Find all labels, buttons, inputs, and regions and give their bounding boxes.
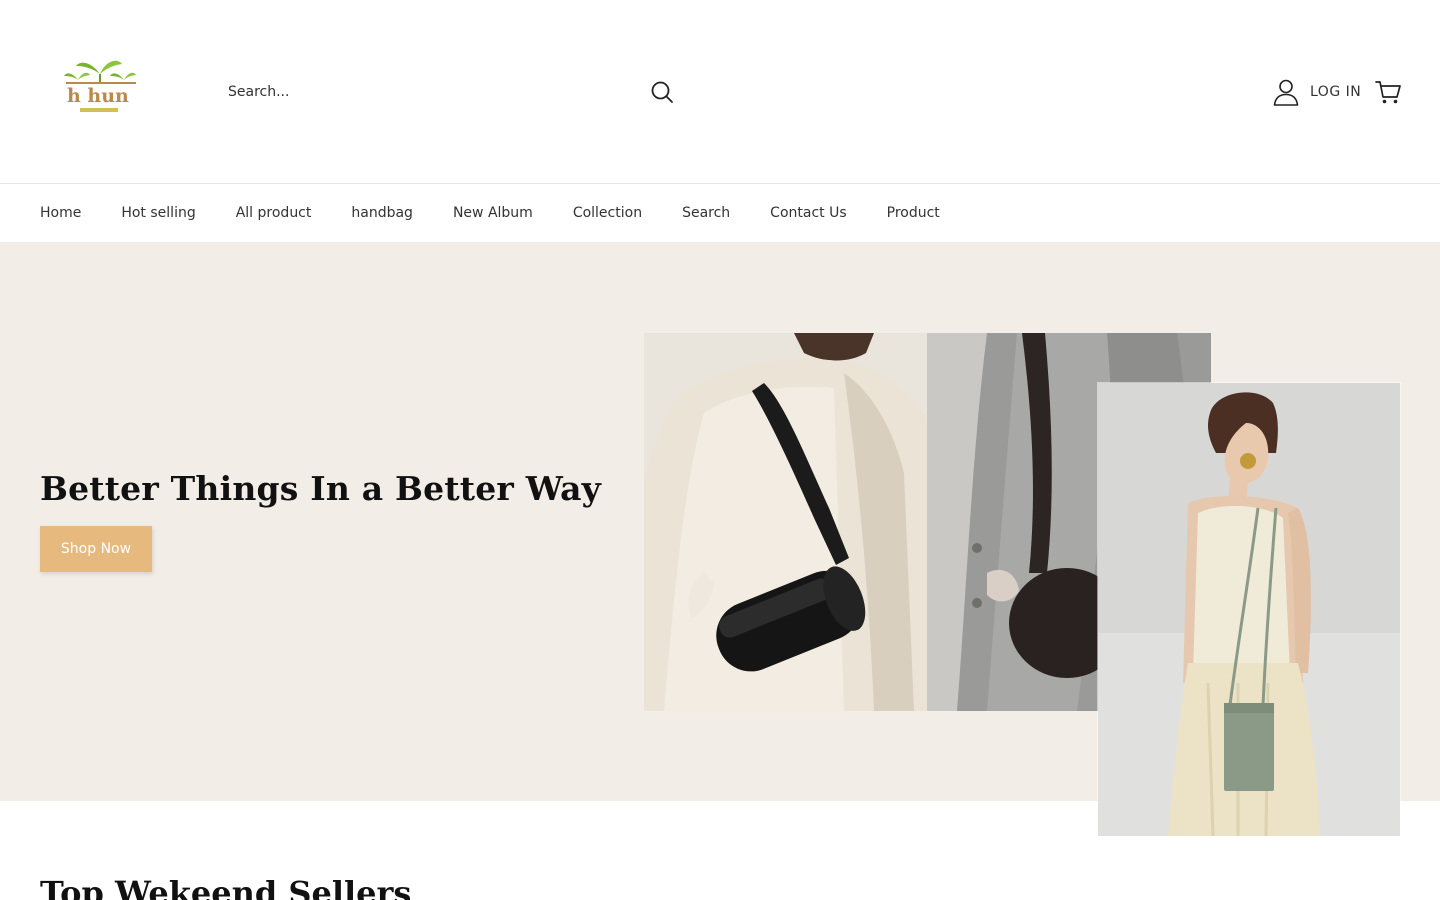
cart-icon: [1375, 81, 1401, 104]
svg-text:h hun: h hun: [67, 85, 129, 107]
nav-item-search[interactable]: Search: [682, 205, 730, 221]
nav-item-collection[interactable]: Collection: [573, 205, 642, 221]
nav-item-new-album[interactable]: New Album: [453, 205, 533, 221]
section-title-top-sellers: Top Wekeend Sellers: [40, 874, 412, 900]
search-input[interactable]: [212, 70, 642, 114]
search-button[interactable]: [642, 72, 682, 112]
logo-icon: h hun: [64, 60, 136, 112]
hero-photo-sage-bag: [1098, 383, 1400, 836]
nav-item-handbag[interactable]: handbag: [351, 205, 413, 221]
site-header: h hun LOG IN: [0, 0, 1440, 184]
shop-now-button[interactable]: Shop Now: [40, 526, 152, 572]
search-bar: [212, 70, 682, 114]
nav-item-home[interactable]: Home: [40, 205, 81, 221]
login-label: LOG IN: [1310, 84, 1362, 100]
login-link[interactable]: LOG IN: [1272, 78, 1361, 106]
main-nav: Home Hot selling All product handbag New…: [0, 184, 1440, 243]
nav-item-product[interactable]: Product: [887, 205, 940, 221]
nav-item-contact-us[interactable]: Contact Us: [770, 205, 846, 221]
nav-item-hot-selling[interactable]: Hot selling: [121, 205, 195, 221]
logo[interactable]: h hun: [62, 54, 140, 120]
cart-button[interactable]: [1374, 78, 1402, 106]
search-icon: [651, 81, 673, 103]
nav-item-all-product[interactable]: All product: [236, 205, 312, 221]
hero-photo-cream-coat: [644, 333, 928, 711]
user-icon: [1273, 79, 1299, 106]
hero-title: Better Things In a Better Way: [40, 469, 602, 508]
